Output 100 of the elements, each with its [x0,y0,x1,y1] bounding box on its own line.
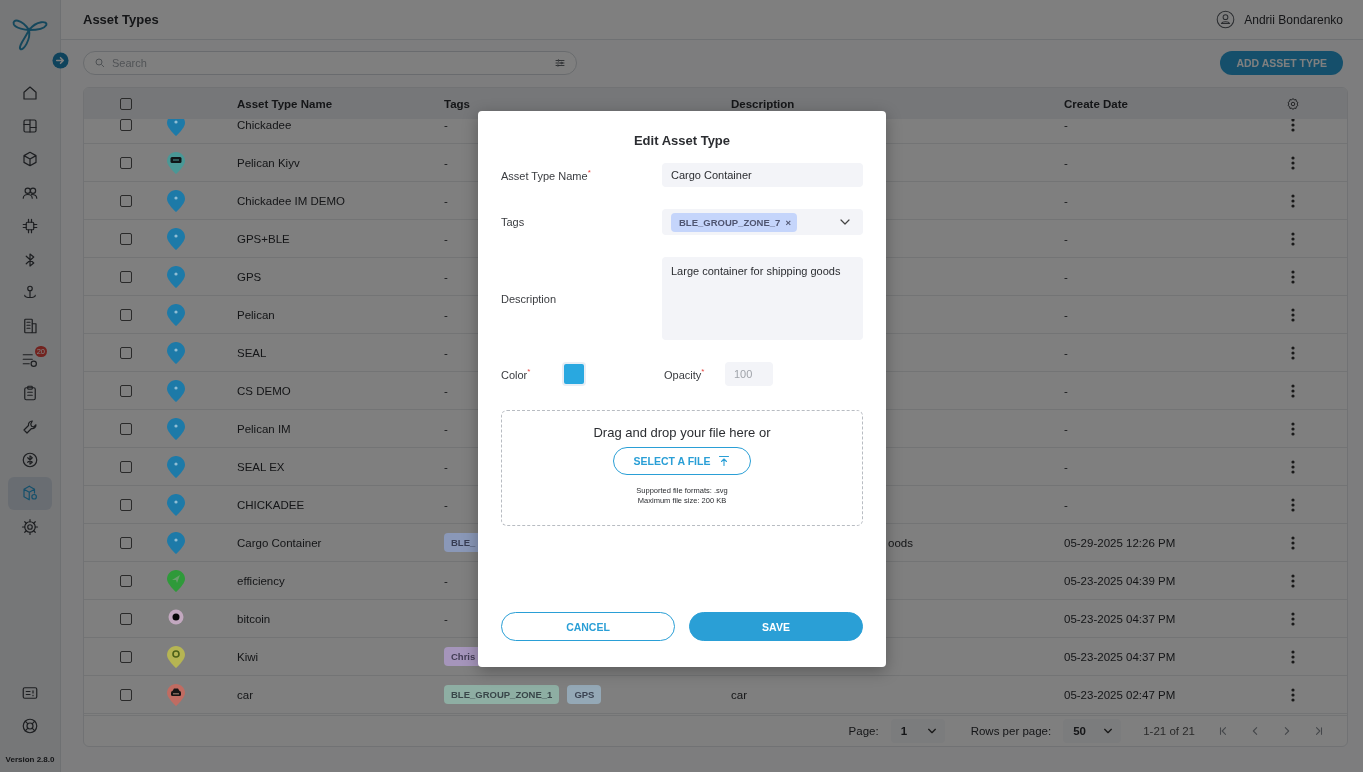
table-cell: SEAL EX [237,460,285,473]
more-icon[interactable] [1291,269,1295,284]
table-cell: GPS [237,270,262,283]
table-cell: - [444,498,448,511]
table-cell: 05-23-2025 04:37 PM [1064,650,1176,663]
chip-icon [21,217,39,236]
checkbox[interactable] [120,574,132,587]
more-icon[interactable] [1291,459,1295,474]
column-header[interactable]: Description [731,97,1064,110]
more-icon[interactable] [1291,119,1295,132]
more-icon[interactable] [1291,193,1295,208]
clipboard-icon [21,384,39,403]
page-select[interactable]: 1 [890,719,945,743]
remove-tag-button[interactable]: × [785,216,791,228]
table-cell: - [1064,194,1068,207]
table-cell: - [444,270,448,283]
wrench-icon [21,417,39,436]
column-header[interactable]: Asset Type Name [237,97,444,110]
name-field[interactable]: Cargo Container [662,163,863,187]
field-label: Tags [501,216,526,228]
color-swatch[interactable] [564,364,584,384]
checkbox[interactable] [120,422,132,435]
more-icon[interactable] [1291,383,1295,398]
more-icon[interactable] [1291,611,1295,626]
table-cell: - [444,194,448,207]
field-label: Description [501,292,558,305]
rows-per-page-label: Rows per page: [970,725,1052,737]
more-icon[interactable] [1291,497,1295,512]
table-cell: - [1064,270,1068,283]
building-icon [21,317,39,336]
rows-per-page-select[interactable]: 50 [1063,719,1122,743]
tags-field[interactable]: BLE_GROUP_ZONE_7 × [662,209,863,235]
save-button[interactable]: SAVE [689,612,863,641]
table-cell: - [1064,156,1068,169]
page-label: Page: [848,725,879,737]
more-icon[interactable] [1291,345,1295,360]
settings-icon[interactable] [1286,96,1300,111]
table-cell: - [1064,308,1068,321]
more-icon[interactable] [1291,231,1295,246]
table-cell: - [444,574,448,587]
first-page-icon[interactable] [1218,726,1228,736]
checkbox[interactable] [120,194,132,207]
checkbox[interactable] [120,536,132,549]
checkbox[interactable] [120,612,132,625]
more-icon[interactable] [1291,649,1295,664]
checkbox[interactable] [120,119,132,131]
checkbox[interactable] [120,156,132,169]
table-cell: - [1064,119,1068,131]
field-label: Color$^{*}$ [501,367,532,381]
table-cell: 05-23-2025 02:47 PM [1064,688,1176,701]
checkbox[interactable] [120,308,132,321]
filter-icon[interactable] [554,57,566,69]
description-field[interactable]: Large container for shipping goods [662,257,863,340]
page-range: 1-21 of 21 [1143,725,1195,737]
column-header[interactable]: Create Date [1064,97,1262,110]
add-asset-type-button[interactable]: ADD ASSET TYPE [1220,51,1343,75]
chevron-down-icon [1103,726,1114,736]
tag-chip: BLE_GROUP_ZONE_1 [444,685,560,704]
more-icon[interactable] [1291,687,1295,702]
table-cell: Kiwi [237,650,259,663]
table-cell: efficiency [237,574,285,587]
table-cell: Chickadee IM DEMO [237,194,345,207]
lifebuoy-icon [21,717,39,736]
arrow-right-icon[interactable] [52,52,69,69]
previous-page-icon[interactable] [1250,726,1260,736]
table-cell: - [1064,460,1068,473]
next-page-icon[interactable] [1282,726,1292,736]
checkbox[interactable] [120,650,132,663]
dialog-title: Edit Asset Type [632,132,732,150]
more-icon[interactable] [1291,573,1295,588]
more-icon[interactable] [1291,155,1295,170]
checkbox[interactable] [120,688,132,701]
tag-label: BLE_GROUP_ZONE_7 [679,216,781,228]
checkbox[interactable] [120,384,132,397]
cancel-button[interactable]: CANCEL [501,612,675,641]
version-label: Version 2.8.0 [5,755,55,764]
table-cell: 05-23-2025 04:39 PM [1064,574,1176,587]
checkbox[interactable] [120,232,132,245]
table-cell: - [444,612,448,625]
more-icon[interactable] [1291,535,1295,550]
user-avatar-icon[interactable] [1216,10,1236,29]
more-icon[interactable] [1291,421,1295,436]
last-page-icon[interactable] [1314,726,1324,736]
table-cell: - [444,422,448,435]
table-cell: car [237,688,253,701]
table-cell: - [1064,384,1068,397]
checkbox[interactable] [120,270,132,283]
dropzone-prompt: Drag and drop your file here or [593,425,771,440]
table-cell: - [444,346,448,359]
table-cell: Pelican [237,308,275,321]
more-icon[interactable] [1291,307,1295,322]
checkbox[interactable] [120,97,132,110]
table-cell: - [444,308,448,321]
column-header[interactable]: Tags [444,97,731,110]
user-name[interactable]: Andrii Bondarenko [1244,12,1343,27]
checkbox[interactable] [120,498,132,511]
checkbox[interactable] [120,460,132,473]
select-file-button[interactable]: SELECT A FILE [612,447,752,475]
checkbox[interactable] [120,346,132,359]
tag-chip: GPS [567,685,602,704]
